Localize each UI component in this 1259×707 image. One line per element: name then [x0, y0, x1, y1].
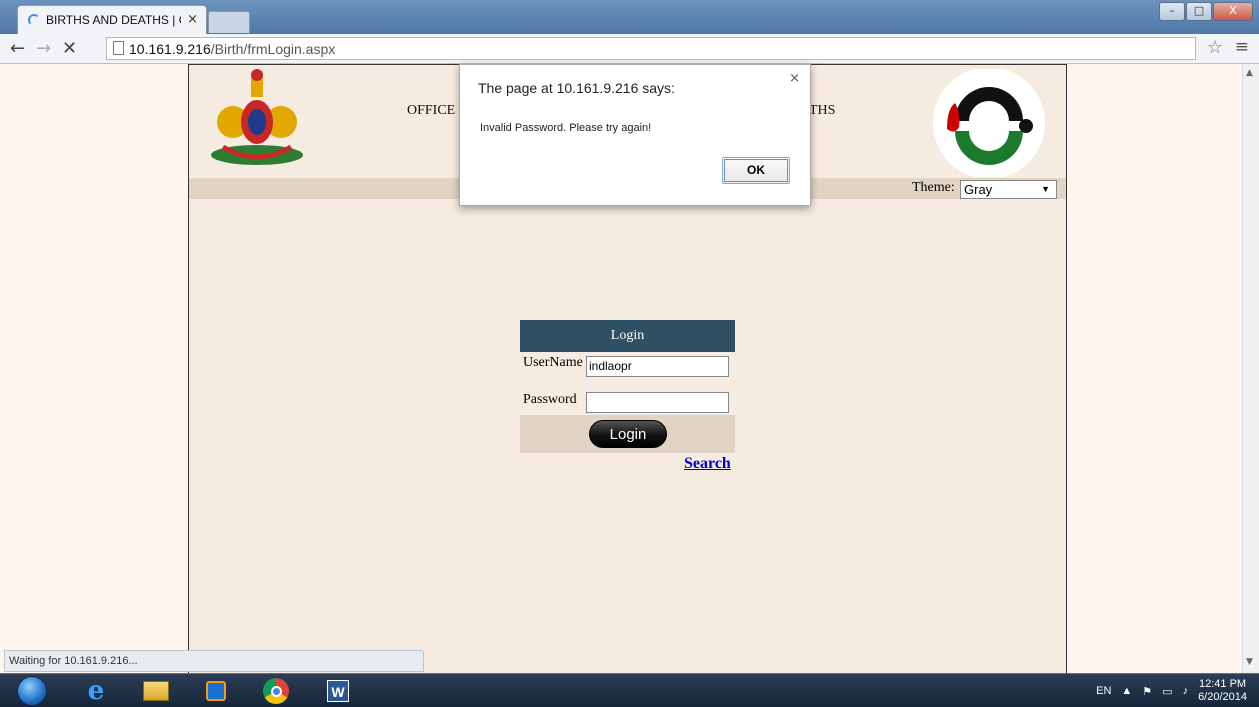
windows-logo-icon	[17, 676, 47, 706]
file-explorer-icon[interactable]	[130, 676, 182, 706]
show-hidden-icons-icon[interactable]: ▲	[1121, 685, 1132, 697]
window-controls: – □ X	[1158, 2, 1253, 21]
url-text: 10.161.9.216/Birth/frmLogin.aspx	[129, 41, 336, 57]
clock[interactable]: 12:41 PM 6/20/2014	[1198, 678, 1247, 704]
bookmark-star-icon[interactable]: ☆	[1207, 37, 1223, 58]
header-deaths-text: THS	[809, 103, 836, 118]
browser-tab[interactable]: BIRTHS AND DEATHS | OF ×	[17, 5, 207, 34]
loading-spinner-icon	[28, 14, 40, 26]
status-bubble: Waiting for 10.161.9.216...	[4, 650, 424, 672]
page-icon	[113, 41, 124, 55]
word-icon[interactable]: W	[312, 676, 364, 706]
vertical-scrollbar[interactable]: ▲ ▼	[1242, 64, 1259, 673]
network-icon[interactable]: ▭	[1162, 685, 1172, 698]
scroll-down-icon[interactable]: ▼	[1246, 657, 1253, 667]
browser-menu-icon[interactable]: ≡	[1235, 37, 1249, 57]
language-indicator[interactable]: EN	[1096, 685, 1111, 697]
minimize-button[interactable]: –	[1159, 2, 1185, 21]
password-label: Password	[523, 392, 577, 407]
windows-taskbar: e W EN ▲ ⚑ ▭ ♪ 12:41 PM 6/20/2014	[0, 673, 1259, 707]
username-label: UserName	[523, 355, 583, 370]
search-link[interactable]: Search	[684, 455, 731, 473]
dialog-title: The page at 10.161.9.216 says:	[478, 80, 675, 96]
clock-date: 6/20/2014	[1198, 691, 1247, 703]
scroll-up-icon[interactable]: ▲	[1246, 68, 1253, 78]
close-window-button[interactable]: X	[1213, 2, 1253, 21]
login-panel-title: Login	[520, 320, 735, 352]
username-input[interactable]: indlaopr	[586, 356, 729, 377]
volume-icon[interactable]: ♪	[1183, 685, 1189, 697]
start-button[interactable]	[6, 676, 58, 706]
forward-arrow-icon[interactable]: →	[36, 38, 51, 59]
login-button[interactable]: Login	[589, 420, 667, 448]
back-arrow-icon[interactable]: ←	[10, 38, 25, 59]
chrome-icon[interactable]	[250, 676, 302, 706]
dropdown-arrow-icon: ▼	[1041, 184, 1050, 194]
theme-select[interactable]: Gray ▼	[960, 180, 1057, 199]
address-bar[interactable]: 10.161.9.216/Birth/frmLogin.aspx	[106, 37, 1196, 60]
new-tab-button[interactable]	[208, 11, 250, 33]
clock-time: 12:41 PM	[1198, 678, 1247, 690]
theme-selected-value: Gray	[964, 182, 993, 197]
browser-toolbar: ← → ✕ 10.161.9.216/Birth/frmLogin.aspx ☆…	[0, 34, 1259, 64]
password-input[interactable]	[586, 392, 729, 413]
alert-dialog: The page at 10.161.9.216 says: × Invalid…	[459, 64, 811, 206]
system-tray: EN ▲ ⚑ ▭ ♪ 12:41 PM 6/20/2014	[1096, 674, 1247, 707]
tab-close-icon[interactable]: ×	[187, 12, 198, 27]
login-button-bar: Login	[520, 415, 735, 453]
dialog-ok-button[interactable]: OK	[722, 157, 790, 184]
header-office-text: OFFICE	[407, 103, 456, 118]
tab-title: BIRTHS AND DEATHS | OF	[46, 13, 181, 27]
maximize-button[interactable]: □	[1186, 2, 1212, 21]
internet-explorer-icon[interactable]: e	[70, 676, 122, 706]
dialog-close-icon[interactable]: ×	[789, 71, 800, 86]
theme-label: Theme:	[912, 180, 955, 195]
action-center-flag-icon[interactable]: ⚑	[1142, 685, 1152, 698]
department-logo-icon	[933, 69, 1045, 177]
stop-loading-icon[interactable]: ✕	[62, 38, 77, 59]
state-emblem-icon	[211, 69, 303, 165]
media-player-icon[interactable]	[190, 676, 242, 706]
browser-titlebar: BIRTHS AND DEATHS | OF × – □ X	[0, 0, 1259, 34]
dialog-message: Invalid Password. Please try again!	[480, 122, 652, 134]
